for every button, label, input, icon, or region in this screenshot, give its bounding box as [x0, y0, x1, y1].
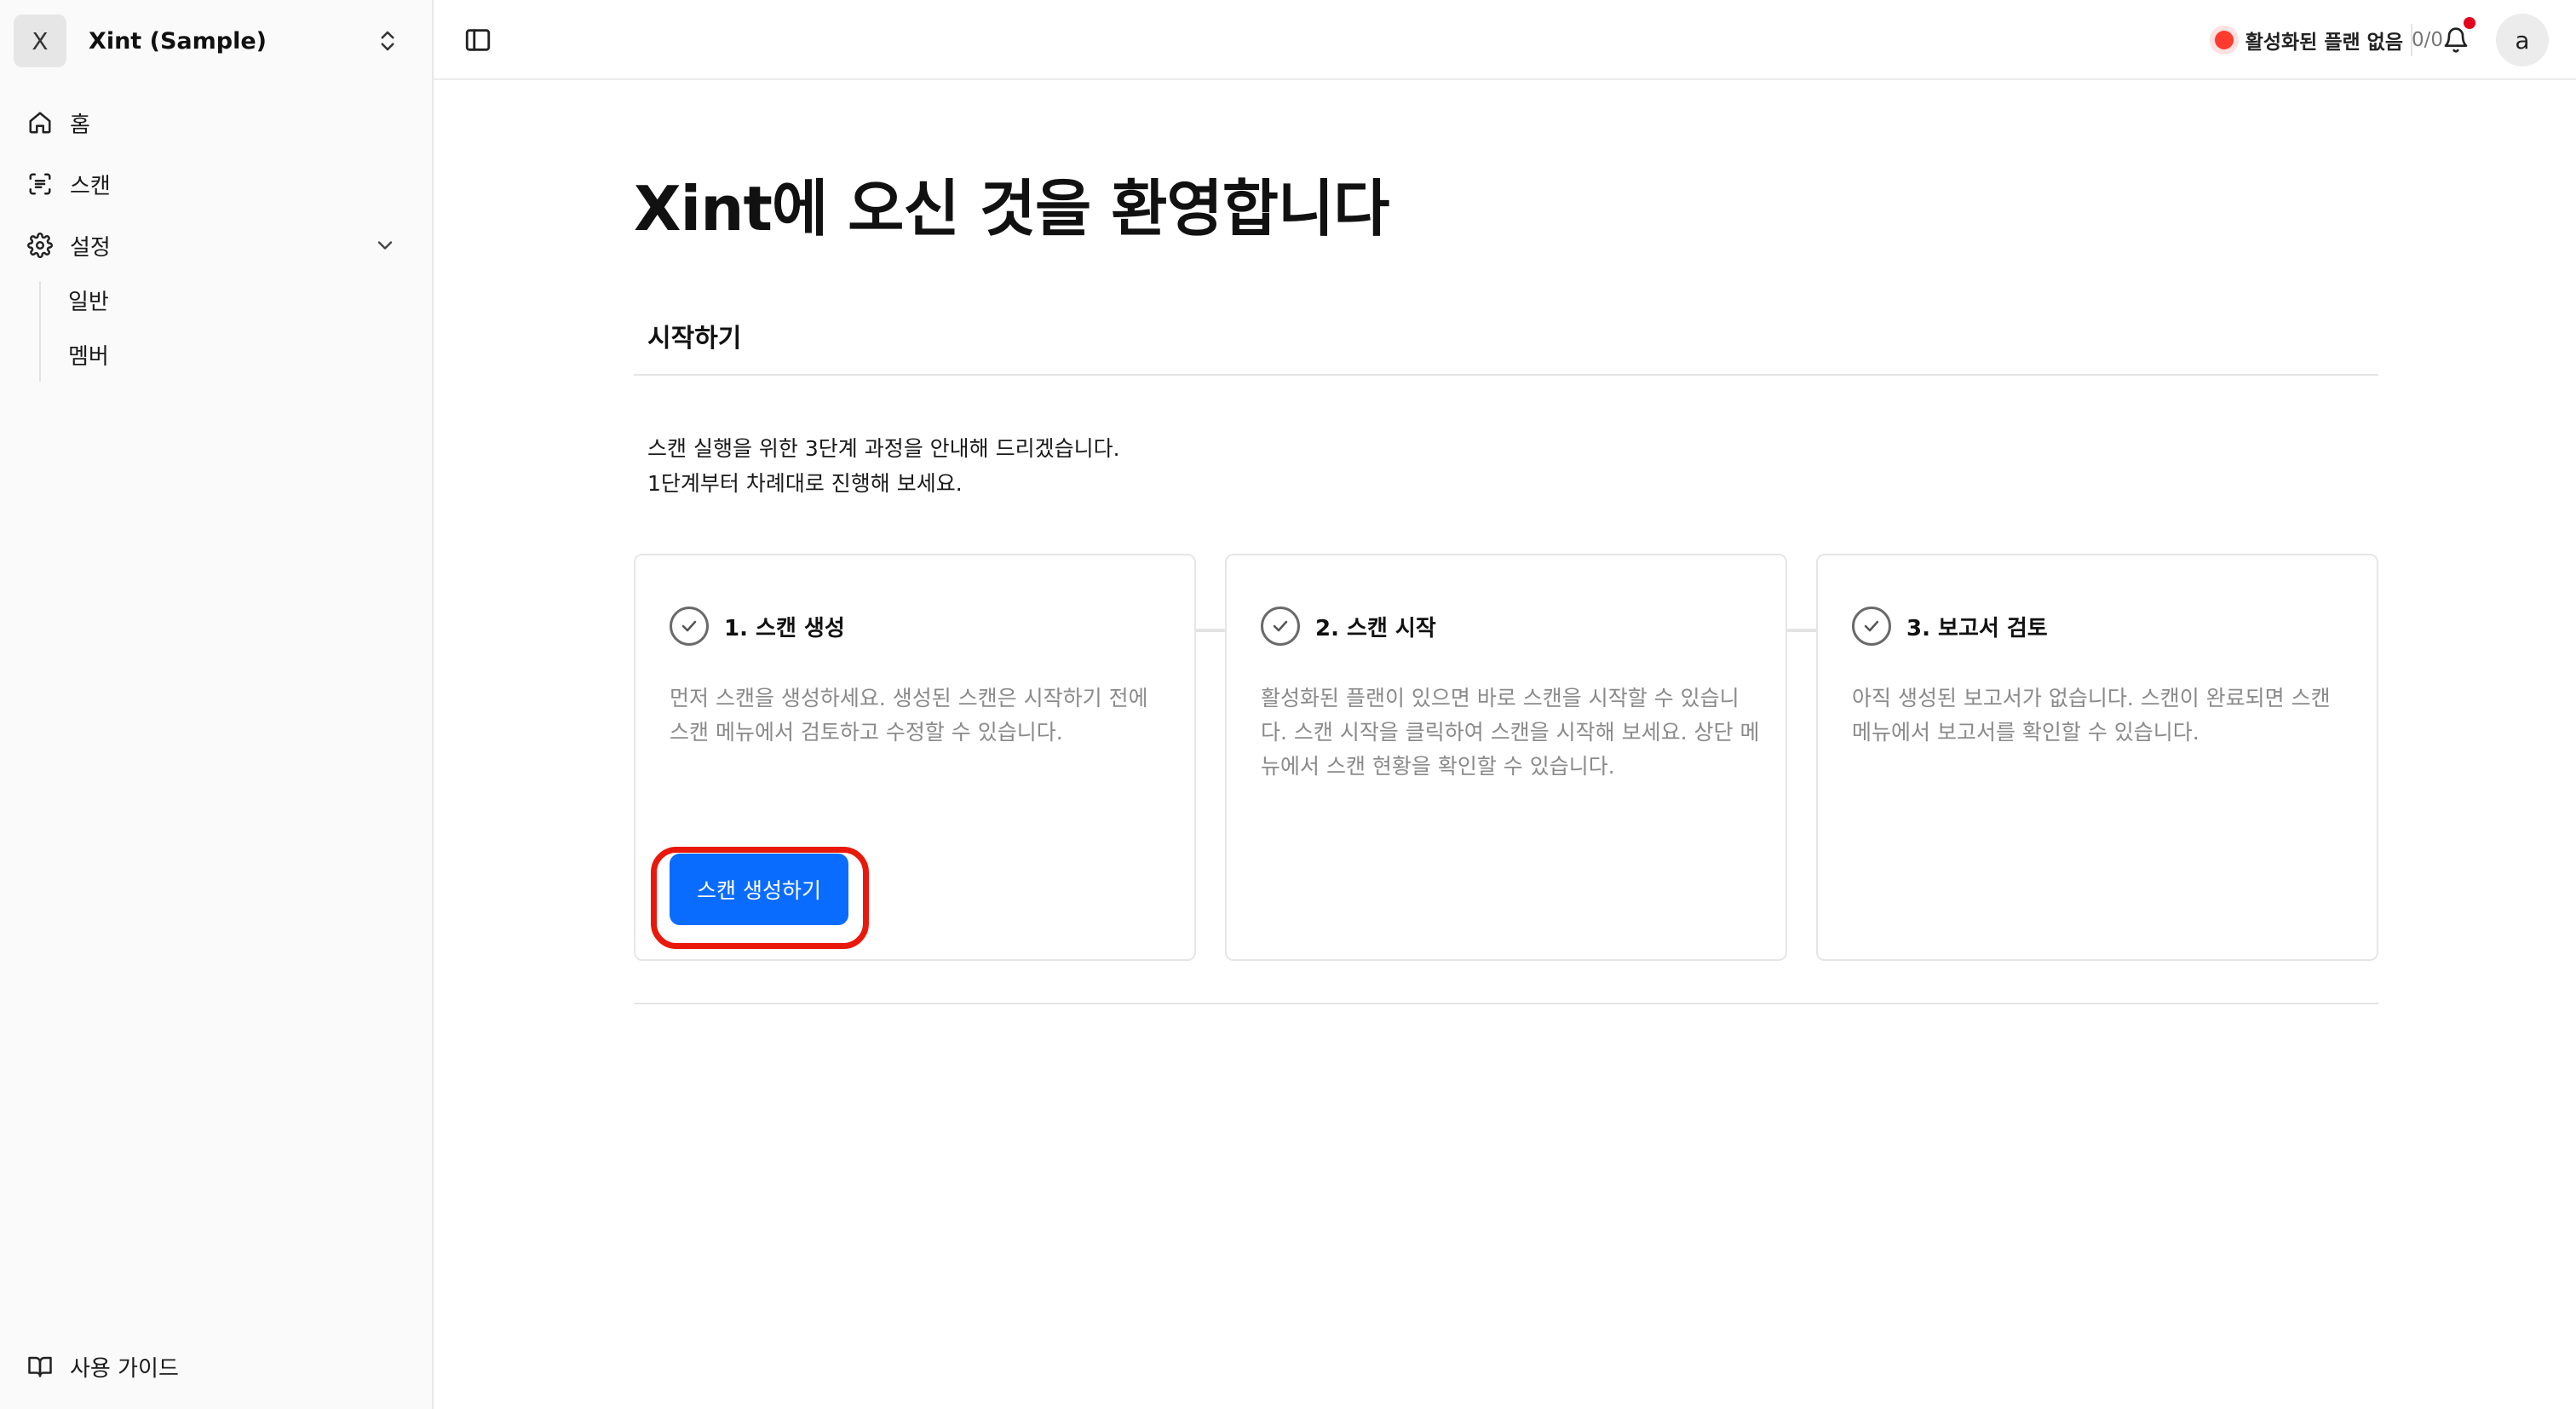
step-header: 3. 보고서 검토 [1852, 607, 2048, 646]
step-description: 활성화된 플랜이 있으면 바로 스캔을 시작할 수 있습니다. 스캔 시작을 클… [1261, 686, 1760, 779]
sidebar-item-label: 스캔 [70, 173, 111, 199]
create-scan-button[interactable]: 스캔 생성하기 [670, 854, 848, 925]
sidebar-item-label: 홈 [70, 112, 90, 138]
step-header: 2. 스캔 시작 [1261, 607, 1436, 646]
check-circle-icon [1852, 607, 1891, 646]
sidebar-subitem-general[interactable]: 일반 [68, 285, 109, 316]
sidebar-item-scan[interactable]: 스캔 [14, 158, 414, 210]
notification-badge [2464, 17, 2475, 29]
scan-icon [26, 170, 55, 198]
step-card-start: 2. 스캔 시작 활성화된 플랜이 있으면 바로 스캔을 시작할 수 있습니다.… [1225, 554, 1787, 961]
notifications-button[interactable] [2440, 17, 2475, 56]
book-icon [26, 1352, 55, 1381]
sidebar-item-home[interactable]: 홈 [14, 97, 414, 148]
section-title: 시작하기 [647, 324, 742, 354]
step-description: 먼저 스캔을 생성하세요. 생성된 스캔은 시작하기 전에 스캔 메뉴에서 검토… [670, 686, 1148, 745]
plan-count: 0/0 [2411, 29, 2443, 51]
step-connector [1787, 629, 1818, 632]
sidebar-subitem-members[interactable]: 멤버 [68, 339, 109, 371]
step-description: 아직 생성된 보고서가 없습니다. 스캔이 완료되면 스캔 메뉴에서 보고서를 … [1852, 686, 2331, 745]
step-card-create: 1. 스캔 생성 먼저 스캔을 생성하세요. 생성된 스캔은 시작하기 전에 스… [634, 554, 1196, 961]
chevron-down-icon[interactable] [373, 233, 397, 257]
topbar: 활성화된 플랜 없음 0/0 a [434, 0, 2576, 80]
intro-line: 1단계부터 차례대로 진행해 보세요. [647, 471, 963, 496]
divider [634, 374, 2378, 376]
home-icon [26, 108, 55, 137]
step-card-report: 3. 보고서 검토 아직 생성된 보고서가 없습니다. 스캔이 완료되면 스캔 … [1816, 554, 2378, 961]
page-title: Xint에 오신 것을 환영합니다 [634, 173, 1389, 244]
chevron-up-down-icon [381, 31, 394, 51]
step-title: 1. 스캔 생성 [724, 615, 845, 641]
topbar-divider [2411, 24, 2412, 56]
divider [634, 1003, 2378, 1004]
check-circle-icon [1261, 607, 1300, 646]
step-header: 1. 스캔 생성 [670, 607, 845, 646]
workspace-switcher[interactable]: X Xint (Sample) [14, 14, 421, 68]
step-connector [1196, 629, 1227, 632]
check-circle-icon [670, 607, 709, 646]
workspace-name: Xint (Sample) [89, 27, 267, 55]
step-title: 2. 스캔 시작 [1315, 615, 1436, 641]
workspace-avatar: X [14, 14, 66, 67]
submenu-divider [39, 281, 41, 382]
sidebar: X Xint (Sample) 홈 스캔 설정 일반 멤버 사용 가이드 [0, 0, 434, 1409]
plan-status-label: 활성화된 플랜 없음 [2245, 32, 2403, 54]
user-avatar[interactable]: a [2496, 14, 2549, 66]
step-title: 3. 보고서 검토 [1906, 615, 2048, 641]
gear-icon [26, 231, 55, 260]
plan-status[interactable]: 활성화된 플랜 없음 0/0 [2214, 24, 2443, 56]
sidebar-item-guide[interactable]: 사용 가이드 [14, 1343, 414, 1390]
status-dot-icon [2214, 31, 2234, 49]
sidebar-item-settings[interactable]: 설정 [14, 220, 414, 271]
intro-line: 스캔 실행을 위한 3단계 과정을 안내해 드리겠습니다. [647, 436, 1120, 461]
sidebar-toggle-icon[interactable] [463, 26, 492, 55]
sidebar-item-label: 설정 [70, 234, 111, 261]
sidebar-item-label: 사용 가이드 [70, 1355, 179, 1382]
intro-text: 스캔 실행을 위한 3단계 과정을 안내해 드리겠습니다. 1단계부터 차례대로… [647, 431, 1120, 501]
bell-icon [2444, 27, 2468, 53]
